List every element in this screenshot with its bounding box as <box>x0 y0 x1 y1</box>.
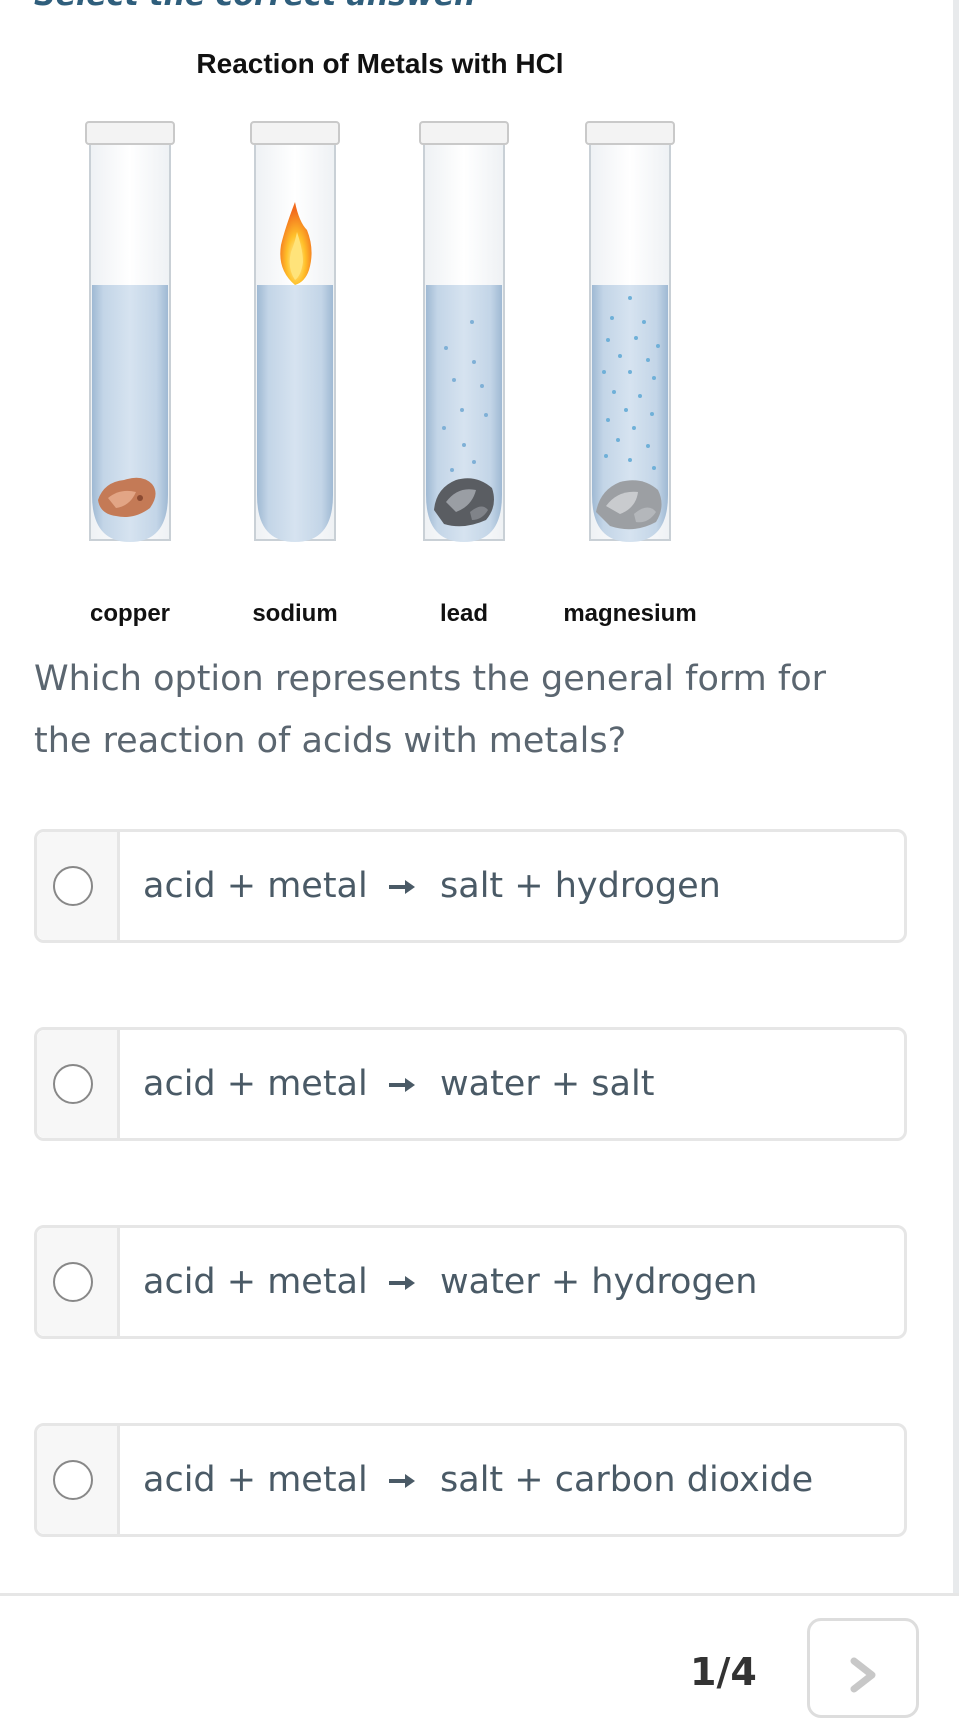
arrow-right-icon <box>388 1474 415 1488</box>
figure-title: Reaction of Metals with HCl <box>196 48 564 79</box>
radio-button[interactable] <box>53 1262 93 1302</box>
tube-magnesium <box>585 121 675 542</box>
arrow-right-icon <box>388 880 415 894</box>
next-button[interactable] <box>807 1618 919 1718</box>
option-text: acid + metal salt + hydrogen <box>143 832 721 940</box>
arrow-right-icon <box>388 1276 415 1290</box>
tube-label-lead: lead <box>439 600 489 627</box>
option-reactants: acid + metal <box>143 1262 368 1302</box>
page-counter: 1/4 <box>690 1650 757 1694</box>
tube-label-sodium: sodium <box>252 600 338 627</box>
radio-button[interactable] <box>53 1460 93 1500</box>
option-text: acid + metal water + hydrogen <box>143 1228 757 1336</box>
scrollbar[interactable] <box>953 0 959 1595</box>
option-reactants: acid + metal <box>143 1460 368 1500</box>
tube-lead <box>419 121 509 542</box>
option-products: salt + carbon dioxide <box>440 1460 814 1500</box>
tube-copper <box>85 121 175 542</box>
radio-button[interactable] <box>53 866 93 906</box>
page-heading: Select the correct answer. <box>34 0 476 13</box>
tube-label-copper: copper <box>89 600 170 627</box>
question-text: Which option represents the general form… <box>34 659 826 761</box>
option-reactants: acid + metal <box>143 866 368 906</box>
radio-cell <box>37 1228 120 1336</box>
answer-option-4[interactable]: acid + metal salt + carbon dioxide <box>34 1423 907 1537</box>
option-products: water + hydrogen <box>440 1262 758 1302</box>
tube-label-magnesium: magnesium <box>563 600 697 627</box>
footer-divider <box>0 1593 959 1596</box>
radio-cell <box>37 832 120 940</box>
option-reactants: acid + metal <box>143 1064 368 1104</box>
option-text: acid + metal salt + carbon dioxide <box>143 1426 813 1534</box>
tube-sodium <box>250 121 340 542</box>
answer-option-2[interactable]: acid + metal water + salt <box>34 1027 907 1141</box>
radio-cell <box>37 1030 120 1138</box>
radio-button[interactable] <box>53 1064 93 1104</box>
option-products: salt + hydrogen <box>440 866 721 906</box>
option-text: acid + metal water + salt <box>143 1030 654 1138</box>
arrow-right-icon <box>388 1078 415 1092</box>
answer-option-3[interactable]: acid + metal water + hydrogen <box>34 1225 907 1339</box>
chevron-right-icon <box>850 1657 876 1693</box>
option-products: water + salt <box>440 1064 655 1104</box>
radio-cell <box>37 1426 120 1534</box>
answer-option-1[interactable]: acid + metal salt + hydrogen <box>34 829 907 943</box>
